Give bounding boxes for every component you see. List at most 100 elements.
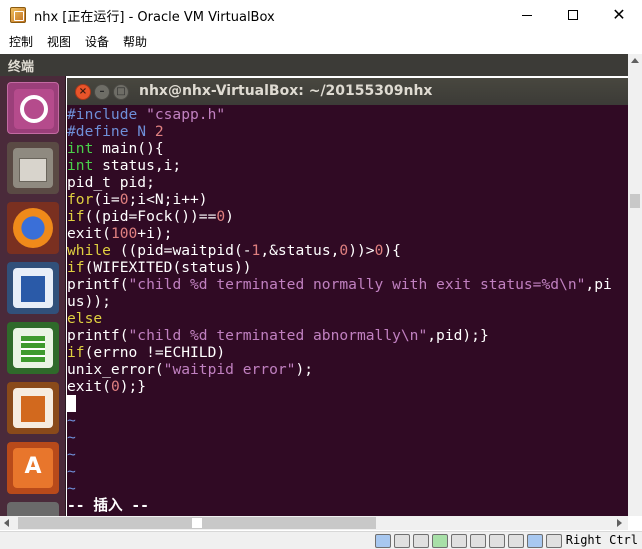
code-token: else	[67, 310, 103, 327]
firefox-launcher-button[interactable]	[7, 202, 59, 254]
audio-icon[interactable]	[413, 534, 429, 548]
window-titlebar: nhx [正在运行] - Oracle VM VirtualBox ✕	[0, 0, 642, 30]
software-center-launcher-button[interactable]: A	[7, 442, 59, 494]
minimize-button[interactable]	[504, 0, 550, 30]
empty-line-tilde: ~	[67, 429, 76, 446]
code-token: "csapp.h"	[146, 106, 226, 123]
writer-launcher-button[interactable]	[7, 262, 59, 314]
code-line: printf("child %d terminated normally wit…	[67, 276, 628, 293]
scroll-right-icon[interactable]	[617, 519, 622, 527]
close-button[interactable]: ✕	[596, 0, 642, 30]
virtualbox-icon	[10, 7, 26, 23]
code-token: pid_t pid;	[67, 174, 155, 191]
shared-folders-icon[interactable]	[470, 534, 486, 548]
code-token: int	[67, 157, 94, 174]
recording-icon[interactable]	[508, 534, 524, 548]
calc-sheet-icon	[21, 336, 45, 362]
terminal-minimize-button[interactable]: –	[94, 84, 110, 100]
empty-line-tilde: ~	[67, 463, 76, 480]
menu-devices[interactable]: 设备	[78, 33, 116, 50]
code-token: "child %d terminated abnormally\n"	[128, 327, 428, 344]
code-line: else	[67, 310, 628, 327]
code-token: us));	[67, 293, 111, 310]
virtualbox-window: nhx [正在运行] - Oracle VM VirtualBox ✕ 控制 视…	[0, 0, 642, 549]
code-token: status,i;	[93, 157, 182, 174]
display-icon[interactable]	[489, 534, 505, 548]
close-icon: ✕	[612, 5, 626, 24]
code-line: for(i=0;i<N;i++)	[67, 191, 628, 208]
code-token: 1	[251, 242, 261, 259]
code-token: );}	[119, 378, 147, 395]
code-token: 0	[216, 208, 226, 225]
code-token: 0	[110, 378, 120, 395]
code-token: "waitpid error"	[163, 361, 296, 378]
window-title: nhx [正在运行] - Oracle VM VirtualBox	[34, 9, 275, 25]
maximize-icon	[568, 10, 578, 20]
terminal-title: nhx@nhx-VirtualBox: ~/20155309nhx	[139, 83, 433, 99]
code-token: for	[67, 191, 94, 208]
code-token: unix_error(	[67, 361, 164, 378]
cursor-line	[67, 395, 628, 412]
menu-view[interactable]: 视图	[40, 33, 78, 50]
code-token: exit(	[67, 225, 111, 242]
code-token: int	[67, 140, 94, 157]
usb-icon[interactable]	[451, 534, 467, 548]
vertical-scroll-thumb[interactable]	[630, 194, 640, 208]
vim-mode-indicator: -- 插入 --	[67, 497, 149, 514]
terminal-window: × – □ nhx@nhx-VirtualBox: ~/20155309nhx …	[67, 78, 628, 516]
terminal-text-area[interactable]: #include "csapp.h" #define N 2 int main(){…	[67, 106, 628, 516]
impress-launcher-button[interactable]	[7, 382, 59, 434]
terminal-titlebar: × – □ nhx@nhx-VirtualBox: ~/20155309nhx	[67, 78, 628, 105]
code-line: while ((pid=waitpid(-1,&status,0))>0){	[67, 242, 628, 259]
code-token: ,pid);}	[427, 327, 489, 344]
code-token: printf(	[67, 327, 129, 344]
horizontal-scroll-thumb[interactable]	[192, 518, 202, 528]
code-line: us));	[67, 293, 628, 310]
menu-control[interactable]: 控制	[2, 33, 40, 50]
code-token: 2	[154, 123, 164, 140]
network-icon[interactable]	[432, 534, 448, 548]
optical-drive-icon[interactable]	[394, 534, 410, 548]
menu-help[interactable]: 帮助	[116, 33, 154, 50]
hard-disk-icon[interactable]	[375, 534, 391, 548]
minimize-icon	[522, 14, 532, 16]
code-line: #include "csapp.h"	[67, 106, 628, 123]
host-key-label: Right Ctrl	[565, 533, 638, 547]
code-line: printf("child %d terminated abnormally\n…	[67, 327, 628, 344]
code-token: (i=	[93, 191, 120, 208]
code-token: ((pid=Fock())==	[84, 208, 217, 225]
cpu-icon[interactable]	[527, 534, 543, 548]
terminal-maximize-button[interactable]: □	[113, 84, 129, 100]
calc-launcher-button[interactable]	[7, 322, 59, 374]
files-launcher-button[interactable]	[7, 142, 59, 194]
code-token: ,pi	[585, 276, 612, 293]
scroll-up-icon[interactable]	[631, 58, 639, 63]
code-token: 100	[110, 225, 138, 242]
empty-line-tilde: ~	[67, 412, 76, 429]
code-token: (WIFEXITED(status))	[84, 259, 252, 276]
ubuntu-circle-icon	[20, 95, 48, 123]
scroll-left-icon[interactable]	[4, 519, 9, 527]
code-line: if((pid=Fock())==0)	[67, 208, 628, 225]
code-token: #include	[67, 106, 147, 123]
code-token: ((pid=waitpid(-	[110, 242, 252, 259]
code-line: unix_error("waitpid error");	[67, 361, 628, 378]
code-token: printf(	[67, 276, 129, 293]
code-line: int main(){	[67, 140, 628, 157]
code-line: int status,i;	[67, 157, 628, 174]
shopping-bag-icon: A	[24, 454, 42, 479]
ubuntu-dash-button[interactable]	[7, 82, 59, 134]
empty-line-tilde: ~	[67, 480, 76, 497]
horizontal-scrollbar[interactable]	[0, 516, 628, 530]
code-token: 0	[119, 191, 129, 208]
mouse-integration-icon[interactable]	[546, 534, 562, 548]
vertical-scrollbar[interactable]	[628, 54, 642, 516]
maximize-button[interactable]	[550, 0, 596, 30]
code-token: ))>	[348, 242, 375, 259]
code-token: while	[67, 242, 111, 259]
ubuntu-top-panel: 终端	[0, 54, 628, 76]
ubuntu-launcher: A	[0, 76, 66, 522]
terminal-close-button[interactable]: ×	[75, 84, 91, 100]
close-icon: ×	[78, 86, 88, 97]
writer-document-icon	[21, 276, 45, 302]
